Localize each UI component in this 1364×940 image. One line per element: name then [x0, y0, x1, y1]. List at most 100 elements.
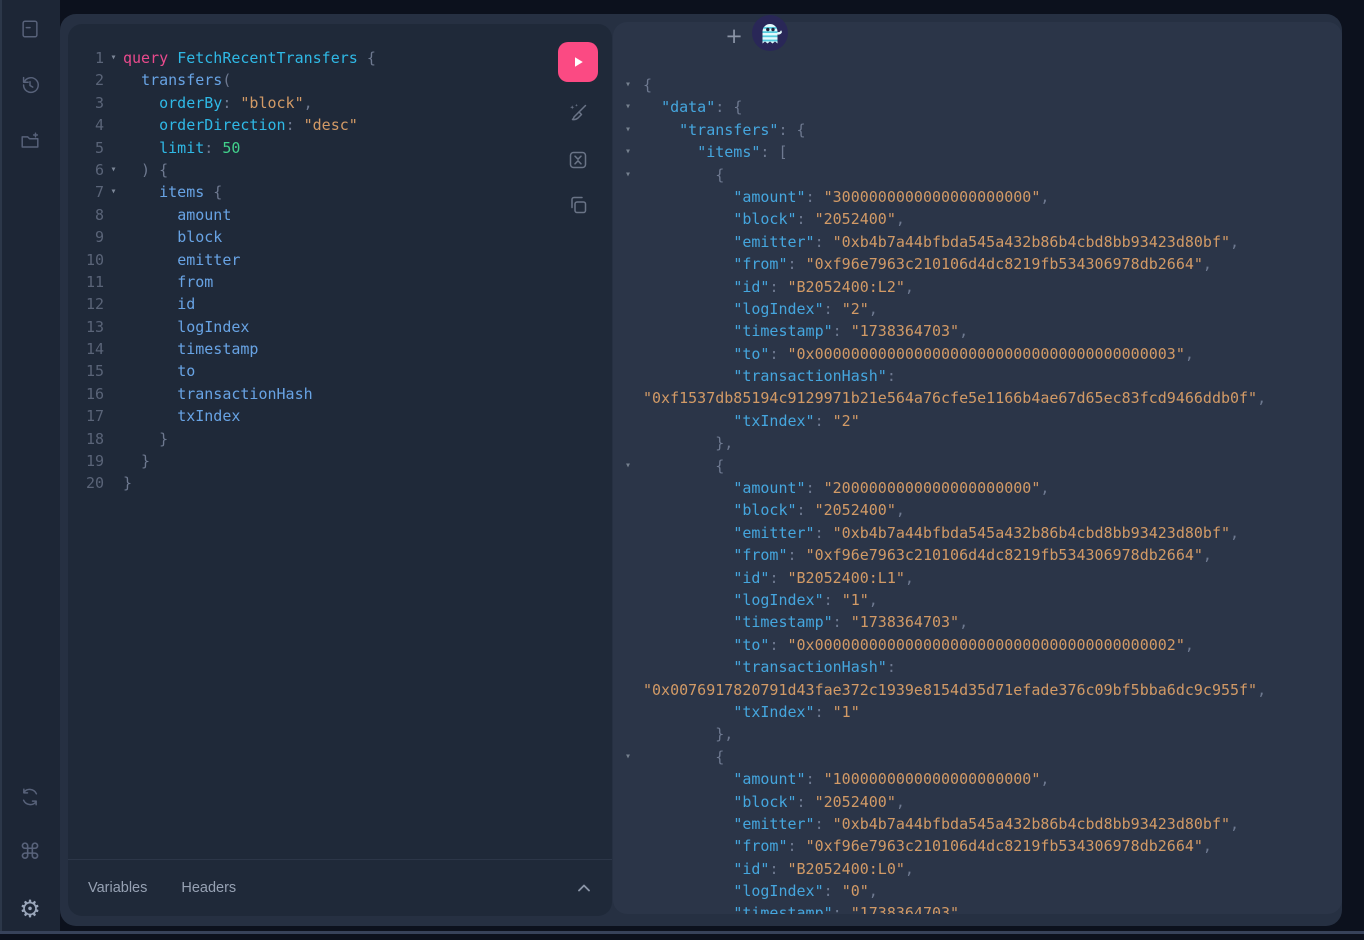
ghost-logo-avatar[interactable] [751, 14, 789, 52]
query-line[interactable]: 5 limit: 50 [68, 137, 612, 159]
query-line[interactable]: 8 amount [68, 204, 612, 226]
line-number: 18 [68, 428, 104, 450]
gutter-spacer [613, 298, 643, 320]
execute-button[interactable] [558, 42, 598, 82]
query-line[interactable]: 7▾ items { [68, 181, 612, 203]
line-number: 8 [68, 204, 104, 226]
copy-icon[interactable] [566, 193, 590, 217]
query-code[interactable]: 1▾query FetchRecentTransfers {2 transfer… [68, 47, 612, 495]
query-line[interactable]: 14 timestamp [68, 338, 612, 360]
gutter-spacer [104, 338, 123, 360]
gutter-spacer [613, 656, 643, 678]
response-line: "id": "B2052400:L0", [613, 858, 1342, 880]
query-line[interactable]: 20} [68, 472, 612, 494]
merge-fragments-icon[interactable] [566, 148, 590, 172]
query-line[interactable]: 4 orderDirection: "desc" [68, 114, 612, 136]
response-line: ▾ { [613, 746, 1342, 768]
query-line[interactable]: 13 logIndex [68, 316, 612, 338]
query-line[interactable]: 17 txIndex [68, 405, 612, 427]
fold-arrow-icon[interactable]: ▾ [613, 74, 643, 96]
gutter-spacer [613, 701, 643, 723]
fold-arrow-icon[interactable]: ▾ [104, 181, 123, 203]
gutter-spacer [104, 316, 123, 338]
query-line[interactable]: 11 from [68, 271, 612, 293]
gutter-spacer [613, 365, 643, 387]
fold-arrow-icon[interactable]: ▾ [104, 159, 123, 181]
query-line[interactable]: 12 id [68, 293, 612, 315]
response-panel: ▾{▾ "data": {▾ "transfers": {▾ "items": … [613, 22, 1342, 914]
response-line: ▾{ [613, 74, 1342, 96]
response-line: "txIndex": "1" [613, 701, 1342, 723]
response-line: "id": "B2052400:L2", [613, 276, 1342, 298]
line-number: 19 [68, 450, 104, 472]
prettify-icon[interactable] [566, 101, 590, 125]
query-line[interactable]: 3 orderBy: "block", [68, 92, 612, 114]
gutter-spacer [104, 204, 123, 226]
query-line[interactable]: 2 transfers( [68, 69, 612, 91]
ghost-icon [751, 14, 789, 52]
gutter-spacer [613, 723, 643, 745]
editor-footer: Variables Headers [68, 859, 612, 916]
gutter-spacer [104, 383, 123, 405]
refetch-icon[interactable] [18, 785, 42, 809]
query-line[interactable]: 19 } [68, 450, 612, 472]
query-line[interactable]: 15 to [68, 360, 612, 382]
query-line[interactable]: 10 emitter [68, 249, 612, 271]
response-line: ▾ { [613, 164, 1342, 186]
response-line: "0x0076917820791d43fae372c1939e8154d35d7… [613, 679, 1342, 701]
line-number: 11 [68, 271, 104, 293]
fold-arrow-icon[interactable]: ▾ [613, 119, 643, 141]
gutter-spacer [613, 276, 643, 298]
response-line: "transactionHash": [613, 365, 1342, 387]
tab-variables[interactable]: Variables [88, 880, 147, 896]
plus-icon[interactable]: + [723, 25, 745, 47]
response-line: "block": "2052400", [613, 791, 1342, 813]
line-number: 2 [68, 69, 104, 91]
gutter-spacer [613, 499, 643, 521]
fold-arrow-icon[interactable]: ▾ [613, 164, 643, 186]
query-line[interactable]: 18 } [68, 428, 612, 450]
play-icon [570, 54, 586, 70]
fold-arrow-icon[interactable]: ▾ [613, 746, 643, 768]
docs-icon[interactable] [18, 17, 42, 41]
gutter-spacer [613, 387, 643, 409]
settings-icon[interactable]: ⚙ [18, 897, 42, 921]
response-line: "emitter": "0xb4b7a44bfbda545a432b86b4cb… [613, 231, 1342, 253]
line-number: 3 [68, 92, 104, 114]
response-line: "from": "0xf96e7963c210106d4dc8219fb5343… [613, 253, 1342, 275]
main-window: 1▾query FetchRecentTransfers {2 transfer… [60, 14, 1342, 926]
shortcuts-icon[interactable]: ⌘ [18, 841, 42, 865]
gutter-spacer [104, 428, 123, 450]
query-editor-panel: 1▾query FetchRecentTransfers {2 transfer… [68, 24, 612, 916]
gutter-spacer [613, 567, 643, 589]
query-line[interactable]: 16 transactionHash [68, 383, 612, 405]
new-tab-icon[interactable] [18, 129, 42, 153]
gutter-spacer [613, 611, 643, 633]
tab-headers[interactable]: Headers [181, 880, 236, 896]
response-line: "from": "0xf96e7963c210106d4dc8219fb5343… [613, 544, 1342, 566]
gutter-spacer [104, 405, 123, 427]
graphiql-app: ⌘ ⚙ 1▾query FetchRecentTransfers {2 tran… [0, 0, 1364, 940]
gutter-spacer [104, 293, 123, 315]
fold-arrow-icon[interactable]: ▾ [613, 96, 643, 118]
sidebar: ⌘ ⚙ [0, 0, 60, 932]
query-line[interactable]: 9 block [68, 226, 612, 248]
response-line: "timestamp": "1738364703" [613, 902, 1342, 914]
gutter-spacer [613, 231, 643, 253]
response-line: }, [613, 723, 1342, 745]
query-line[interactable]: 6▾ ) { [68, 159, 612, 181]
query-line[interactable]: 1▾query FetchRecentTransfers { [68, 47, 612, 69]
gutter-spacer [613, 634, 643, 656]
gutter-spacer [613, 410, 643, 432]
history-icon[interactable] [18, 73, 42, 97]
response-line: "timestamp": "1738364703", [613, 320, 1342, 342]
fold-arrow-icon[interactable]: ▾ [613, 141, 643, 163]
gutter-spacer [104, 271, 123, 293]
fold-arrow-icon[interactable]: ▾ [613, 455, 643, 477]
response-line: "timestamp": "1738364703", [613, 611, 1342, 633]
response-line: "amount": "2000000000000000000000", [613, 477, 1342, 499]
gutter-spacer [104, 137, 123, 159]
chevron-up-icon[interactable] [576, 882, 592, 894]
fold-arrow-icon[interactable]: ▾ [104, 47, 123, 69]
response-line: "to": "0x0000000000000000000000000000000… [613, 343, 1342, 365]
